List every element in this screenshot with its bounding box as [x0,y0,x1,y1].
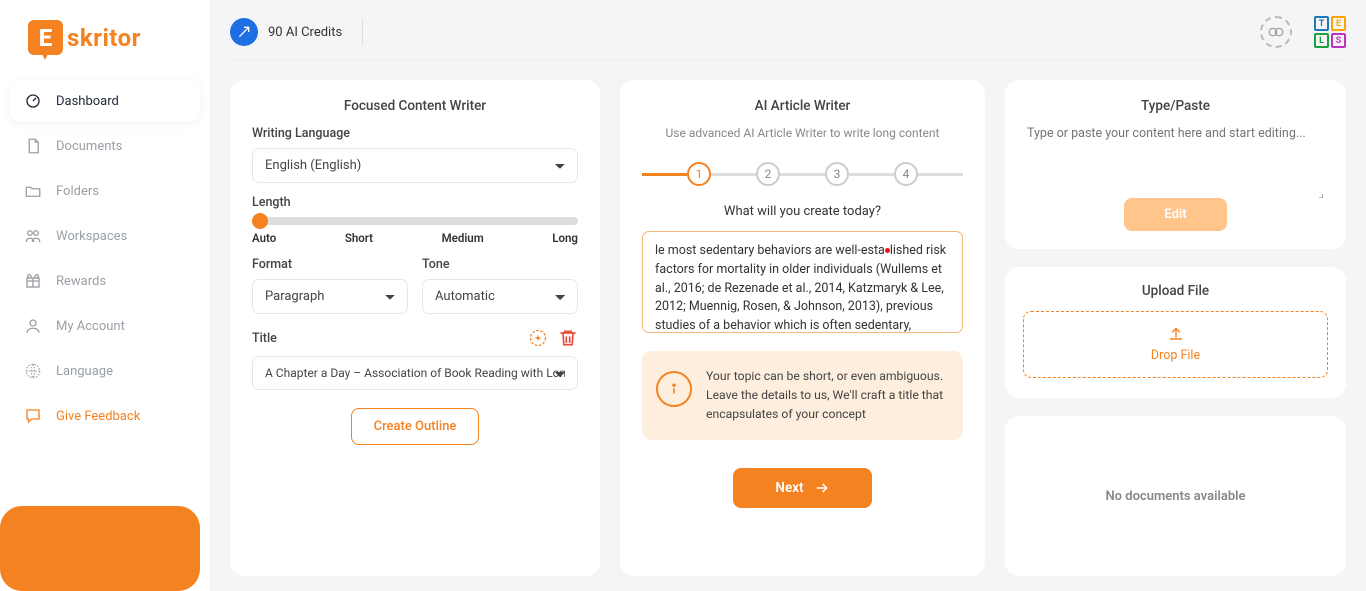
type-paste-textarea[interactable] [1027,126,1324,186]
dashboard-icon [24,92,42,110]
regenerate-icon[interactable] [528,328,548,348]
account-icon [24,317,42,335]
language-icon [24,362,42,380]
brand-name: skritor [67,24,141,52]
magic-wand-icon [230,18,258,46]
type-paste-card: Type/Paste ⌟ Edit [1005,80,1346,249]
sidebar-item-workspaces[interactable]: Workspaces [10,215,200,257]
brand-logo: E skritor [28,20,200,55]
nav-list: Dashboard Documents Folders Workspaces Rewar… [10,80,200,437]
next-button[interactable]: Next [733,468,871,508]
length-slider[interactable] [252,217,578,225]
sidebar-item-label: Folders [56,184,99,199]
sidebar-item-label: Workspaces [56,229,127,244]
ai-article-writer-card: AI Article Writer Use advanced AI Articl… [620,80,985,576]
sidebar: E skritor Dashboard Documents Folders Works… [0,0,210,591]
title-input[interactable]: A Chapter a Day – Association of Book Re… [252,356,578,390]
step-1[interactable]: 1 [687,162,711,186]
stepper: 1 2 3 4 [642,162,963,186]
sidebar-item-documents[interactable]: Documents [10,125,200,167]
sidebar-item-label: Dashboard [56,94,119,109]
products-grid[interactable]: T E L S [1314,16,1346,48]
folders-icon [24,182,42,200]
sidebar-item-dashboard[interactable]: Dashboard [10,80,200,122]
brand-mark: E [28,20,63,55]
no-documents-card: No documents available [1005,416,1346,576]
tone-select[interactable]: Automatic [422,279,578,314]
workspaces-icon [24,227,42,245]
arrow-right-icon [814,480,830,496]
tone-label: Tone [422,257,578,272]
divider [230,59,1346,60]
slider-thumb[interactable] [252,213,268,229]
sidebar-item-feedback[interactable]: Give Feedback [10,395,200,437]
create-outline-button[interactable]: Create Outline [351,408,480,445]
divider [362,18,363,46]
delete-icon[interactable] [558,328,578,348]
drop-label: Drop File [1151,348,1200,363]
credits-badge[interactable]: 90 AI Credits [230,18,342,46]
format-select[interactable]: Paragraph [252,279,408,314]
sidebar-item-account[interactable]: My Account [10,305,200,347]
sidebar-item-label: Language [56,364,113,379]
drop-zone[interactable]: Drop File [1023,311,1328,378]
card-title: Type/Paste [1027,98,1324,114]
step-4[interactable]: 4 [894,162,918,186]
writing-language-label: Writing Language [252,126,578,141]
resize-corner-icon[interactable]: ⌟ [1027,190,1324,196]
credits-text: 90 AI Credits [268,25,342,40]
sidebar-item-language[interactable]: Language [10,350,200,392]
card-title: Focused Content Writer [252,98,578,114]
title-label: Title [252,331,277,346]
info-icon [656,371,692,407]
info-tip: Your topic can be short, or even ambiguo… [642,351,963,440]
card-subtitle: Use advanced AI Article Writer to write … [642,126,963,140]
card-title: Upload File [1023,283,1328,299]
step-3[interactable]: 3 [825,162,849,186]
info-text: Your topic can be short, or even ambiguo… [706,367,947,424]
sidebar-float-button[interactable] [0,506,200,591]
feedback-icon [24,407,42,425]
sidebar-item-label: Documents [56,139,122,154]
length-label: Length [252,195,578,210]
sidebar-item-label: My Account [56,319,125,334]
prompt-textarea[interactable]: le most sedentary behaviors are well-est… [642,231,963,333]
prompt-heading: What will you create today? [642,204,963,219]
rewards-icon [24,272,42,290]
format-label: Format [252,257,408,272]
upload-icon [1167,324,1185,342]
main: 90 AI Credits T E L S Focused Content Wr… [210,0,1366,591]
sidebar-item-rewards[interactable]: Rewards [10,260,200,302]
sidebar-item-folders[interactable]: Folders [10,170,200,212]
documents-icon [24,137,42,155]
sidebar-item-label: Rewards [56,274,106,289]
focused-content-writer-card: Focused Content Writer Writing Language … [230,80,600,576]
card-title: AI Article Writer [642,98,963,114]
topbar: 90 AI Credits T E L S [230,15,1346,49]
writing-language-select[interactable]: English (English) [252,148,578,183]
edit-button[interactable]: Edit [1124,198,1226,231]
language-switcher[interactable] [1260,16,1292,48]
no-documents-text: No documents available [1105,489,1245,504]
length-ticks: Auto Short Medium Long [252,231,578,245]
step-2[interactable]: 2 [756,162,780,186]
sidebar-item-label: Give Feedback [56,409,140,424]
upload-file-card: Upload File Drop File [1005,267,1346,398]
